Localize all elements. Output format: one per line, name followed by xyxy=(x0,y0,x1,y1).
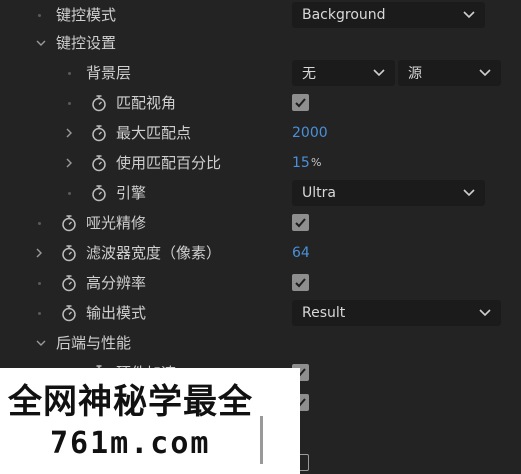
matte-refine-checkbox[interactable] xyxy=(292,214,309,231)
tree-dot xyxy=(38,282,41,285)
match-view-label: 匹配视角 xyxy=(116,94,177,112)
stopwatch-icon[interactable] xyxy=(60,244,78,262)
max-match-label: 最大匹配点 xyxy=(116,124,192,142)
effect-controls-panel: 键控模式 Background 键控设置 背景层 无 源 匹配视角 最大匹配点 … xyxy=(0,0,521,474)
filter-width-value[interactable]: 64 xyxy=(292,238,310,268)
key-settings-label: 键控设置 xyxy=(56,34,117,52)
row-key-settings[interactable]: 键控设置 xyxy=(0,28,521,58)
checkmark-icon xyxy=(295,98,306,108)
chevron-down-icon xyxy=(463,11,475,19)
chevron-down-icon[interactable] xyxy=(34,28,48,58)
checkmark-icon xyxy=(295,218,306,228)
row-match-percent: 使用匹配百分比 15 % xyxy=(0,148,521,178)
chevron-right-icon[interactable] xyxy=(32,238,46,268)
filter-width-label: 滤波器宽度（像素） xyxy=(86,244,222,262)
key-mode-dropdown[interactable]: Background xyxy=(292,2,485,28)
bg-layer-source-value: 源 xyxy=(408,66,422,82)
stopwatch-icon[interactable] xyxy=(60,304,78,322)
stopwatch-icon[interactable] xyxy=(60,214,78,232)
stopwatch-icon[interactable] xyxy=(90,94,108,112)
tree-dot xyxy=(38,312,41,315)
row-max-match: 最大匹配点 2000 xyxy=(0,118,521,148)
chevron-right-icon[interactable] xyxy=(62,148,76,178)
bg-layer-dropdown[interactable]: 无 xyxy=(292,60,395,86)
chevron-down-icon xyxy=(479,69,491,77)
chevron-down-icon xyxy=(479,309,491,317)
match-view-checkbox[interactable] xyxy=(292,94,309,111)
watermark-line2: 761m.com xyxy=(50,426,211,461)
watermark-overlay: 全网神秘学最全 761m.com xyxy=(0,368,300,474)
bg-layer-source-dropdown[interactable]: 源 xyxy=(398,60,501,86)
matte-refine-label: 哑光精修 xyxy=(86,214,147,232)
tree-dot xyxy=(68,102,71,105)
stopwatch-icon[interactable] xyxy=(60,274,78,292)
max-match-value[interactable]: 2000 xyxy=(292,118,328,148)
stopwatch-icon[interactable] xyxy=(90,124,108,142)
bg-layer-value: 无 xyxy=(302,66,316,82)
watermark-bar xyxy=(260,416,263,464)
row-match-view: 匹配视角 xyxy=(0,88,521,118)
row-high-res: 高分辨率 xyxy=(0,268,521,298)
engine-label: 引擎 xyxy=(116,184,147,202)
key-mode-label: 键控模式 xyxy=(56,6,117,24)
checkmark-icon xyxy=(295,278,306,288)
row-bg-layer: 背景层 无 源 xyxy=(0,58,521,88)
row-matte-refine: 哑光精修 xyxy=(0,208,521,238)
output-mode-dropdown[interactable]: Result xyxy=(292,300,501,326)
high-res-checkbox[interactable] xyxy=(292,274,309,291)
tree-dot xyxy=(68,72,71,75)
key-mode-value: Background xyxy=(302,7,386,23)
row-key-mode: 键控模式 Background xyxy=(0,0,521,30)
engine-dropdown[interactable]: Ultra xyxy=(292,180,485,206)
backend-label: 后端与性能 xyxy=(56,334,132,352)
engine-value: Ultra xyxy=(302,185,336,201)
row-engine: 引擎 Ultra xyxy=(0,178,521,208)
row-output-mode: 输出模式 Result xyxy=(0,298,521,328)
output-mode-label: 输出模式 xyxy=(86,304,147,322)
chevron-right-icon[interactable] xyxy=(62,118,76,148)
match-percent-unit: % xyxy=(311,156,322,169)
row-filter-width: 滤波器宽度（像素） 64 xyxy=(0,238,521,268)
tree-dot xyxy=(38,14,41,17)
row-backend[interactable]: 后端与性能 xyxy=(0,328,521,358)
chevron-down-icon[interactable] xyxy=(34,328,48,358)
bg-layer-label: 背景层 xyxy=(86,64,132,82)
match-percent-label: 使用匹配百分比 xyxy=(116,154,222,172)
high-res-label: 高分辨率 xyxy=(86,274,147,292)
chevron-down-icon xyxy=(373,69,385,77)
output-mode-value: Result xyxy=(302,305,346,321)
tree-dot xyxy=(68,192,71,195)
stopwatch-icon[interactable] xyxy=(90,184,108,202)
watermark-line1: 全网神秘学最全 xyxy=(8,382,253,422)
chevron-down-icon xyxy=(463,189,475,197)
tree-dot xyxy=(38,222,41,225)
match-percent-value[interactable]: 15 xyxy=(292,148,310,178)
stopwatch-icon[interactable] xyxy=(90,154,108,172)
